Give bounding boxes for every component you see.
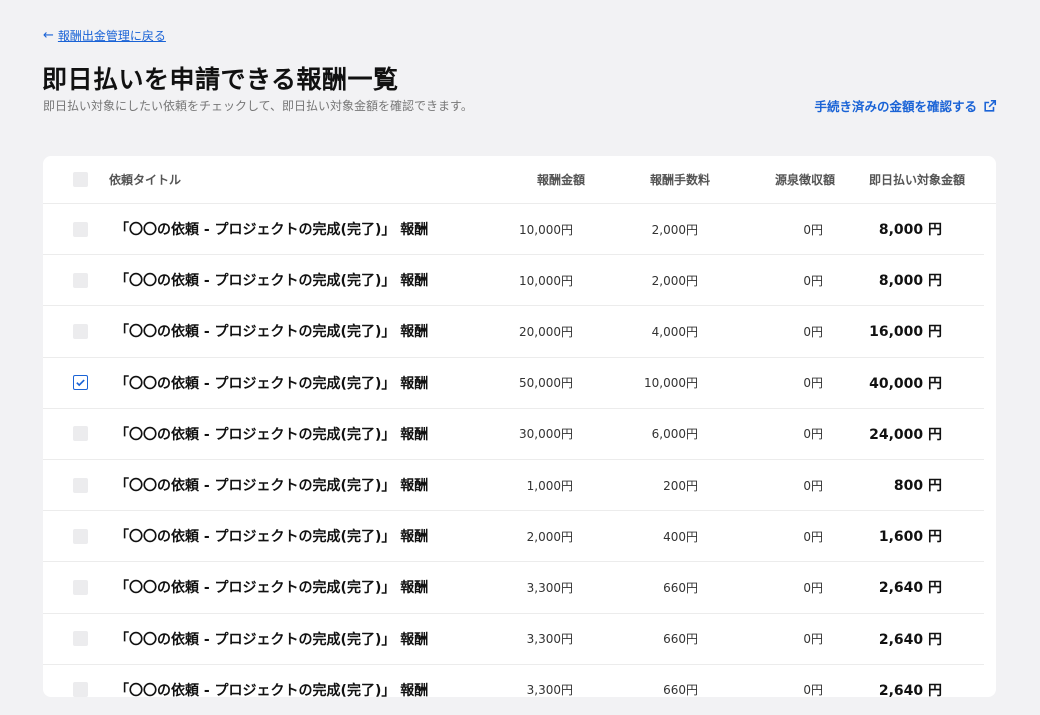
row-fee: 200円 — [663, 478, 698, 493]
row-tax: 0円 — [803, 529, 823, 544]
row-fee: 4,000円 — [651, 324, 698, 339]
row-title: 「〇〇の依頼 - プロジェクトの完成(完了)」 報酬 — [115, 273, 429, 290]
row-title: 「〇〇の依頼 - プロジェクトの完成(完了)」 報酬 — [115, 426, 429, 443]
page-subtitle: 即日払い対象にしたい依頼をチェックして、即日払い対象金額を確認できます。 — [43, 99, 473, 113]
row-title: 「〇〇の依頼 - プロジェクトの完成(完了)」 報酬 — [115, 324, 429, 341]
row-target-amount: 8,000 円 — [878, 222, 942, 239]
row-target-amount: 1,600 円 — [878, 529, 942, 546]
row-amount: 3,300円 — [526, 683, 573, 697]
row-checkbox[interactable] — [73, 375, 88, 391]
row-checkbox[interactable] — [73, 323, 88, 339]
confirm-completed-label: 手続き済みの金額を確認する — [814, 99, 977, 114]
row-checkbox[interactable] — [73, 221, 88, 237]
table-row[interactable]: 「〇〇の依頼 - プロジェクトの完成(完了)」 報酬 2,000円 400円 0… — [43, 511, 984, 563]
row-checkbox[interactable] — [73, 528, 88, 544]
row-target-amount: 2,640 円 — [878, 682, 942, 697]
table-row[interactable]: 「〇〇の依頼 - プロジェクトの完成(完了)」 報酬 1,000円 200円 0… — [43, 460, 984, 512]
reward-table: 依頼タイトル 報酬金額 報酬手数料 源泉徴収額 即日払い対象金額 「〇〇の依頼 … — [43, 156, 996, 697]
row-tax: 0円 — [803, 376, 823, 391]
table-row[interactable]: 「〇〇の依頼 - プロジェクトの完成(完了)」 報酬 10,000円 2,000… — [43, 255, 984, 307]
row-checkbox[interactable] — [73, 631, 88, 647]
row-amount: 1,000円 — [526, 478, 573, 493]
row-amount: 50,000円 — [519, 376, 573, 391]
external-link-icon — [984, 99, 997, 112]
table-row[interactable]: 「〇〇の依頼 - プロジェクトの完成(完了)」 報酬 3,300円 660円 0… — [43, 562, 984, 614]
row-title: 「〇〇の依頼 - プロジェクトの完成(完了)」 報酬 — [115, 375, 429, 392]
row-amount: 10,000円 — [519, 273, 573, 288]
row-fee: 400円 — [663, 529, 698, 544]
row-target-amount: 800 円 — [893, 478, 942, 495]
row-amount: 10,000円 — [519, 222, 573, 237]
table-header: 依頼タイトル 報酬金額 報酬手数料 源泉徴収額 即日払い対象金額 — [43, 156, 996, 204]
row-amount: 3,300円 — [526, 580, 573, 595]
row-fee: 660円 — [663, 580, 698, 595]
table-row[interactable]: 「〇〇の依頼 - プロジェクトの完成(完了)」 報酬 10,000円 2,000… — [43, 204, 984, 256]
row-fee: 2,000円 — [651, 222, 698, 237]
back-link[interactable]: ← 報酬出金管理に戻る — [43, 27, 166, 44]
row-tax: 0円 — [803, 273, 823, 288]
check-icon — [76, 379, 85, 387]
row-title: 「〇〇の依頼 - プロジェクトの完成(完了)」 報酬 — [115, 580, 429, 597]
row-amount: 30,000円 — [519, 427, 573, 442]
page: ← 報酬出金管理に戻る 即日払いを申請できる報酬一覧 即日払い対象にしたい依頼を… — [0, 0, 1040, 715]
back-link-label: 報酬出金管理に戻る — [57, 29, 166, 43]
row-target-amount: 2,640 円 — [878, 580, 942, 597]
table-row[interactable]: 「〇〇の依頼 - プロジェクトの完成(完了)」 報酬 50,000円 10,00… — [43, 358, 984, 409]
row-title: 「〇〇の依頼 - プロジェクトの完成(完了)」 報酬 — [115, 222, 429, 239]
row-checkbox[interactable] — [73, 272, 88, 288]
row-amount: 2,000円 — [526, 529, 573, 544]
row-target-amount: 40,000 円 — [869, 375, 942, 392]
row-tax: 0円 — [803, 632, 823, 647]
row-title: 「〇〇の依頼 - プロジェクトの完成(完了)」 報酬 — [115, 682, 429, 697]
table-row[interactable]: 「〇〇の依頼 - プロジェクトの完成(完了)」 報酬 3,300円 660円 0… — [43, 614, 984, 665]
row-amount: 20,000円 — [519, 324, 573, 339]
arrow-left-icon: ← — [43, 28, 54, 43]
confirm-completed-link[interactable]: 手続き済みの金額を確認する — [814, 96, 997, 115]
row-fee: 660円 — [663, 632, 698, 647]
table-body: 「〇〇の依頼 - プロジェクトの完成(完了)」 報酬 10,000円 2,000… — [43, 204, 996, 697]
row-tax: 0円 — [803, 683, 823, 697]
row-checkbox[interactable] — [73, 426, 88, 442]
row-checkbox[interactable] — [73, 477, 88, 493]
row-amount: 3,300円 — [526, 632, 573, 647]
table-row[interactable]: 「〇〇の依頼 - プロジェクトの完成(完了)」 報酬 20,000円 4,000… — [43, 306, 984, 358]
col-header-target: 即日払い対象金額 — [868, 173, 965, 187]
row-target-amount: 2,640 円 — [878, 631, 942, 648]
row-fee: 2,000円 — [651, 273, 698, 288]
row-tax: 0円 — [803, 427, 823, 442]
col-header-title: 依頼タイトル — [109, 173, 182, 187]
row-title: 「〇〇の依頼 - プロジェクトの完成(完了)」 報酬 — [115, 478, 429, 495]
row-target-amount: 8,000 円 — [878, 273, 942, 290]
row-tax: 0円 — [803, 478, 823, 493]
col-header-amount: 報酬金額 — [536, 173, 585, 187]
row-target-amount: 24,000 円 — [869, 426, 942, 443]
table-row[interactable]: 「〇〇の依頼 - プロジェクトの完成(完了)」 報酬 3,300円 660円 0… — [43, 665, 984, 697]
row-title: 「〇〇の依頼 - プロジェクトの完成(完了)」 報酬 — [115, 631, 429, 648]
page-title: 即日払いを申請できる報酬一覧 — [42, 65, 399, 94]
row-fee: 10,000円 — [644, 376, 698, 391]
row-fee: 660円 — [663, 683, 698, 697]
row-tax: 0円 — [803, 222, 823, 237]
table-row[interactable]: 「〇〇の依頼 - プロジェクトの完成(完了)」 報酬 30,000円 6,000… — [43, 409, 984, 460]
row-checkbox[interactable] — [73, 682, 88, 697]
row-title: 「〇〇の依頼 - プロジェクトの完成(完了)」 報酬 — [115, 529, 429, 546]
row-fee: 6,000円 — [651, 427, 698, 442]
col-header-fee: 報酬手数料 — [649, 173, 710, 187]
row-tax: 0円 — [803, 580, 823, 595]
col-header-tax: 源泉徴収額 — [774, 173, 835, 187]
row-checkbox[interactable] — [73, 579, 88, 595]
select-all-checkbox[interactable] — [73, 172, 88, 187]
row-tax: 0円 — [803, 324, 823, 339]
row-target-amount: 16,000 円 — [869, 324, 942, 341]
